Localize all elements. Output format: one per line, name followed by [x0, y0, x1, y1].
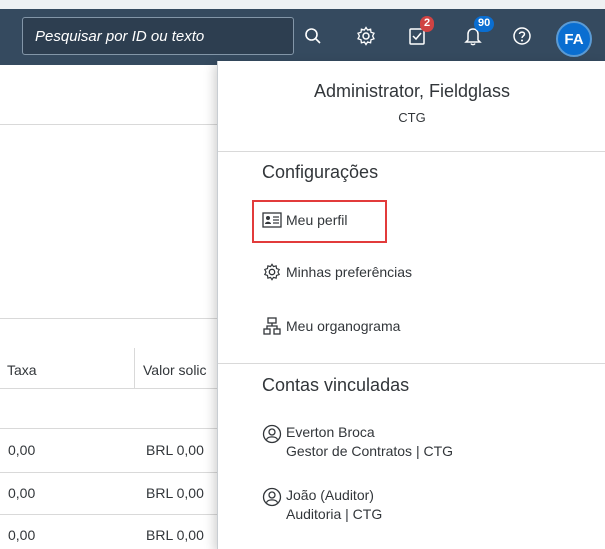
gear-icon	[262, 262, 282, 282]
avatar[interactable]: FA	[556, 21, 592, 57]
table-row-divider	[0, 428, 217, 429]
popover-divider	[218, 151, 605, 152]
search-icon	[305, 28, 321, 44]
table-header-divider	[0, 388, 217, 389]
gear-icon	[357, 26, 375, 46]
table-cell: BRL 0,00	[146, 527, 204, 543]
avatar-initials: FA	[564, 30, 584, 48]
user-name: Administrator, Fieldglass	[313, 81, 511, 101]
settings-button[interactable]	[349, 18, 383, 54]
tasks-count-badge: 2	[420, 16, 435, 32]
account-name: João (Auditor)	[286, 487, 374, 503]
linked-account-everton[interactable]: Everton Broca Gestor de Contratos | CTG	[262, 423, 453, 461]
table-cell: BRL 0,00	[146, 485, 204, 501]
account-name: Everton Broca	[286, 424, 375, 440]
menu-item-my-preferences[interactable]: Minhas preferências	[262, 262, 412, 282]
profile-card-icon	[262, 210, 282, 230]
account-role: Gestor de Contratos | CTG	[286, 443, 454, 459]
shell-bar: Pesquisar por ID ou texto 2 90 FA	[0, 0, 605, 65]
table-row-divider	[0, 514, 217, 515]
notifications-button[interactable]: 90	[456, 16, 495, 54]
table-cell: 0,00	[8, 442, 36, 458]
search-placeholder: Pesquisar por ID ou texto	[35, 28, 205, 45]
search-button[interactable]	[296, 18, 330, 54]
column-separator	[134, 348, 135, 388]
user-menu-popover: Administrator, Fieldglass CTG Configuraç…	[217, 61, 605, 549]
account-role: Auditoria | CTG	[286, 506, 383, 522]
settings-section-title: Configurações	[262, 162, 379, 182]
user-circle-icon	[262, 424, 282, 444]
user-circle-icon	[262, 487, 282, 507]
content-divider	[0, 124, 217, 125]
menu-item-label: Meu organograma	[286, 318, 401, 334]
user-org: CTG	[398, 110, 426, 125]
linked-account-joao[interactable]: João (Auditor) Auditoria | CTG	[262, 486, 382, 524]
help-icon	[513, 27, 531, 45]
shell-top-strip	[0, 0, 605, 9]
column-header-valor[interactable]: Valor solic	[143, 362, 207, 378]
table-row-divider	[0, 472, 217, 473]
menu-item-label: Meu perfil	[286, 212, 348, 228]
tasks-button[interactable]: 2	[400, 16, 435, 54]
app-page: Pesquisar por ID ou texto 2 90 FA Taxa V…	[0, 0, 605, 549]
search-input[interactable]: Pesquisar por ID ou texto	[22, 17, 294, 55]
org-chart-icon	[262, 316, 282, 336]
table-cell: BRL 0,00	[146, 442, 204, 458]
table-cell: 0,00	[8, 485, 36, 501]
menu-item-my-org-chart[interactable]: Meu organograma	[262, 316, 400, 336]
menu-item-my-profile[interactable]: Meu perfil	[262, 210, 347, 230]
menu-item-label: Minhas preferências	[286, 264, 413, 280]
popover-divider	[218, 363, 605, 364]
table-cell: 0,00	[8, 527, 36, 543]
column-header-taxa[interactable]: Taxa	[7, 362, 37, 378]
linked-accounts-title: Contas vinculadas	[262, 375, 410, 395]
notifications-count-badge: 90	[474, 16, 495, 32]
content-divider	[0, 318, 217, 319]
help-button[interactable]	[505, 18, 539, 54]
